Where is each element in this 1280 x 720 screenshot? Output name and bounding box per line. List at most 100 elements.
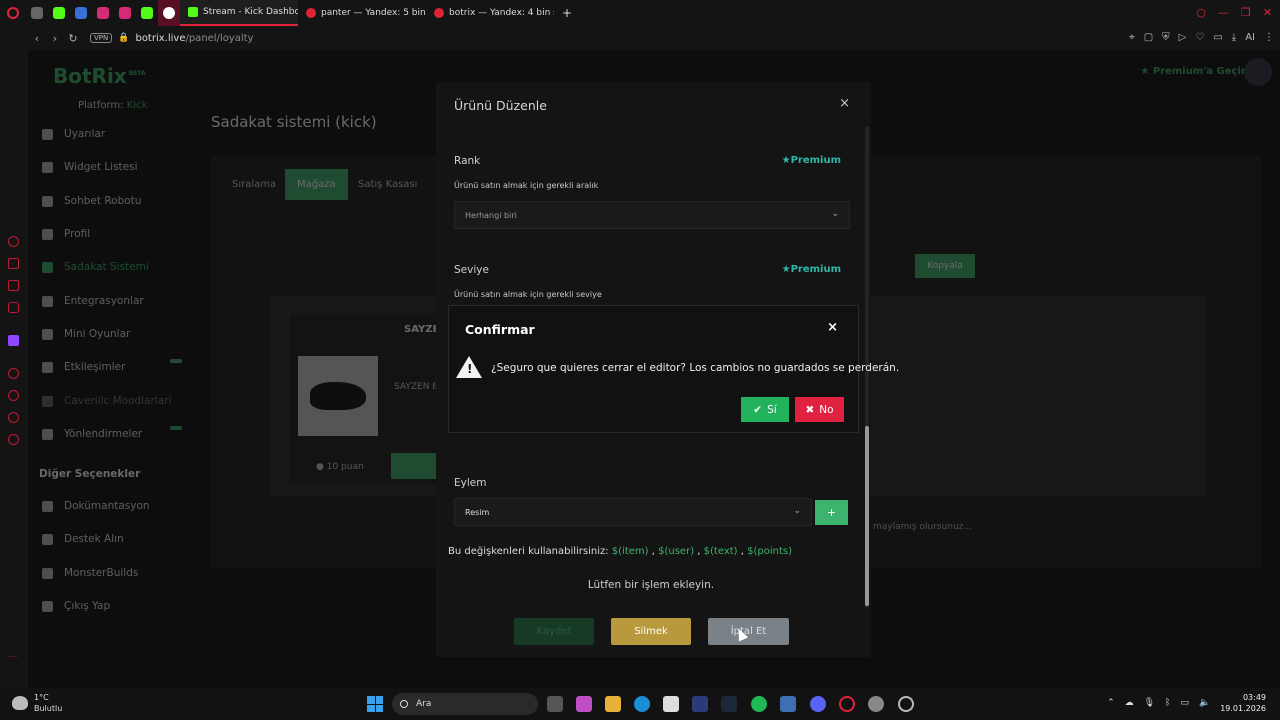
pinned-tab-1[interactable]	[26, 0, 48, 26]
volume-icon[interactable]: 🔈	[1199, 698, 1210, 708]
rank-select[interactable]: Herhangi biri ⌄	[454, 201, 850, 229]
opera-icon[interactable]	[839, 696, 855, 712]
close-window-icon[interactable]: ✕	[1263, 6, 1272, 19]
copy-button[interactable]: Kopyala	[915, 254, 975, 278]
url-field[interactable]: botrix.live/panel/loyalty	[135, 33, 253, 44]
save-button[interactable]: Kaydet	[514, 618, 594, 645]
ai-button[interactable]: AI	[1245, 32, 1255, 43]
search-tabs-icon[interactable]: ○	[1196, 6, 1206, 19]
avatar[interactable]	[1244, 58, 1272, 86]
sidebar-item-profile[interactable]: Profil	[42, 228, 90, 240]
new-tab-button[interactable]: +	[554, 0, 580, 26]
action-select[interactable]: Resim ⌄	[454, 498, 812, 526]
twitch-icon[interactable]	[8, 335, 19, 346]
messenger-icon[interactable]	[8, 280, 19, 291]
add-action-button[interactable]: +	[815, 500, 848, 525]
sidebar-item-logout[interactable]: Çıkış Yap	[42, 600, 110, 612]
sidebar-item-loyalty[interactable]: Sadakat Sistemi	[42, 261, 149, 273]
cancel-button[interactable]: İptal Et	[708, 618, 789, 645]
tab-stream-kick[interactable]: Stream - Kick Dashbo	[180, 0, 298, 26]
tab-yandex-panter[interactable]: panter — Yandex: 5 bin so	[298, 0, 426, 26]
pinned-tab-botrix[interactable]	[158, 0, 180, 26]
heart-icon[interactable]: ♡	[1195, 32, 1204, 43]
premium-badge: ★Premium	[781, 155, 841, 166]
minimize-icon[interactable]: —	[1218, 6, 1229, 19]
pinned-tab-instagram-2[interactable]	[114, 0, 136, 26]
store-icon[interactable]	[663, 696, 679, 712]
tab-store[interactable]: Mağaza	[285, 169, 348, 200]
task-view-icon[interactable]	[547, 696, 563, 712]
confirm-no-button[interactable]: ✖ No	[795, 397, 844, 422]
clock-icon[interactable]	[8, 390, 19, 401]
sidebar-item-docs[interactable]: Dokümantasyon	[42, 500, 150, 512]
sidebar-item-support[interactable]: Destek Alın	[42, 533, 124, 545]
sidebar-item-widgets[interactable]: Widget Listesi	[42, 161, 138, 173]
sidebar-item-chatbot[interactable]: Sohbet Robotu	[42, 195, 141, 207]
play-icon[interactable]: ▷	[1179, 32, 1187, 43]
mic-icon[interactable]: 🎙	[1144, 698, 1155, 708]
forward-icon[interactable]: ›	[46, 32, 64, 45]
copilot-icon[interactable]	[576, 696, 592, 712]
sidebar-item-monsterbuilds[interactable]: MonsterBuilds	[42, 567, 138, 579]
download-icon[interactable]: ⤓	[1232, 32, 1236, 43]
address-bar: ‹ › ↻ VPN 🔒 botrix.live/panel/loyalty ⌖ …	[28, 26, 1280, 50]
new-badge	[170, 359, 182, 363]
history-icon[interactable]	[8, 368, 19, 379]
network-icon[interactable]: ▭	[1180, 698, 1189, 708]
premium-upgrade-link[interactable]: ★ Premium'a Geçin	[1140, 66, 1248, 77]
snapshot-icon[interactable]: ▢	[1144, 32, 1153, 43]
close-icon[interactable]: ×	[827, 320, 838, 335]
close-icon[interactable]: ×	[839, 96, 850, 111]
sidebar-item-integrations[interactable]: Entegrasyonlar	[42, 295, 144, 307]
clock[interactable]: 03:49 19.01.2026	[1220, 692, 1266, 714]
wallet-icon[interactable]: ▭	[1213, 32, 1222, 43]
onedrive-icon[interactable]: ☁	[1125, 698, 1134, 708]
app-2-icon[interactable]	[780, 696, 796, 712]
pinned-tab-instagram[interactable]	[92, 0, 114, 26]
bag-icon[interactable]	[8, 258, 19, 269]
shield-icon[interactable]: ⛨	[1162, 32, 1170, 43]
back-icon[interactable]: ‹	[28, 32, 46, 45]
confirm-yes-button[interactable]: ✔ Sí	[741, 397, 789, 422]
tab-yandex-botrix[interactable]: botrix — Yandex: 4 bin son	[426, 0, 554, 26]
botrix-logo[interactable]: BotRix BETA	[53, 64, 146, 88]
pinned-tab-kick-2[interactable]	[136, 0, 158, 26]
opera-menu-icon[interactable]	[0, 0, 26, 26]
steam-icon[interactable]	[721, 696, 737, 712]
settings-icon[interactable]	[868, 696, 884, 712]
file-explorer-icon[interactable]	[605, 696, 621, 712]
pinned-tab-3[interactable]	[70, 0, 92, 26]
aria-icon[interactable]	[8, 236, 19, 247]
app-3-icon[interactable]	[898, 696, 914, 712]
vpn-badge[interactable]: VPN	[90, 33, 113, 43]
taskbar-search[interactable]: Ara	[392, 693, 538, 715]
chevron-up-icon[interactable]: ⌃	[1107, 698, 1115, 708]
tab-sales[interactable]: Satış Kasası	[346, 169, 429, 200]
reload-icon[interactable]: ↻	[64, 32, 82, 45]
delete-button[interactable]: Silmek	[611, 618, 691, 645]
spotify-icon[interactable]	[751, 696, 767, 712]
instagram-icon[interactable]	[8, 302, 19, 313]
sidebar-item-alerts[interactable]: Uyarılar	[42, 128, 105, 140]
pinboard-icon[interactable]	[8, 412, 19, 423]
menu-icon[interactable]: ⋮	[1264, 32, 1274, 43]
pin-icon[interactable]: ⌖	[1129, 32, 1135, 43]
discord-icon[interactable]	[810, 696, 826, 712]
app-icon[interactable]	[692, 696, 708, 712]
maximize-icon[interactable]: ❐	[1241, 6, 1251, 19]
pinned-tab-kick[interactable]	[48, 0, 70, 26]
lock-icon[interactable]: 🔒	[118, 33, 129, 43]
sidebar-item-redirects[interactable]: Yönlendirmeler	[42, 428, 142, 440]
weather-widget[interactable]: 1°C Bulutlu	[12, 692, 62, 714]
product-buy-button[interactable]	[391, 453, 436, 479]
settings-icon[interactable]	[8, 434, 19, 445]
sidebar-item-interactions[interactable]: Etkileşimler	[42, 361, 125, 373]
yandex-icon	[434, 8, 444, 18]
bluetooth-icon[interactable]: ᛒ	[1165, 698, 1170, 708]
edge-icon[interactable]	[634, 696, 650, 712]
sidebar-item-minigames[interactable]: Mini Oyunlar	[42, 328, 130, 340]
tab-ranking[interactable]: Sıralama	[220, 169, 288, 200]
sidebar-item-disabled[interactable]: Caveriilc Moodlarlari	[42, 395, 171, 407]
start-button[interactable]	[367, 696, 383, 712]
more-icon[interactable]: ···	[8, 652, 19, 663]
